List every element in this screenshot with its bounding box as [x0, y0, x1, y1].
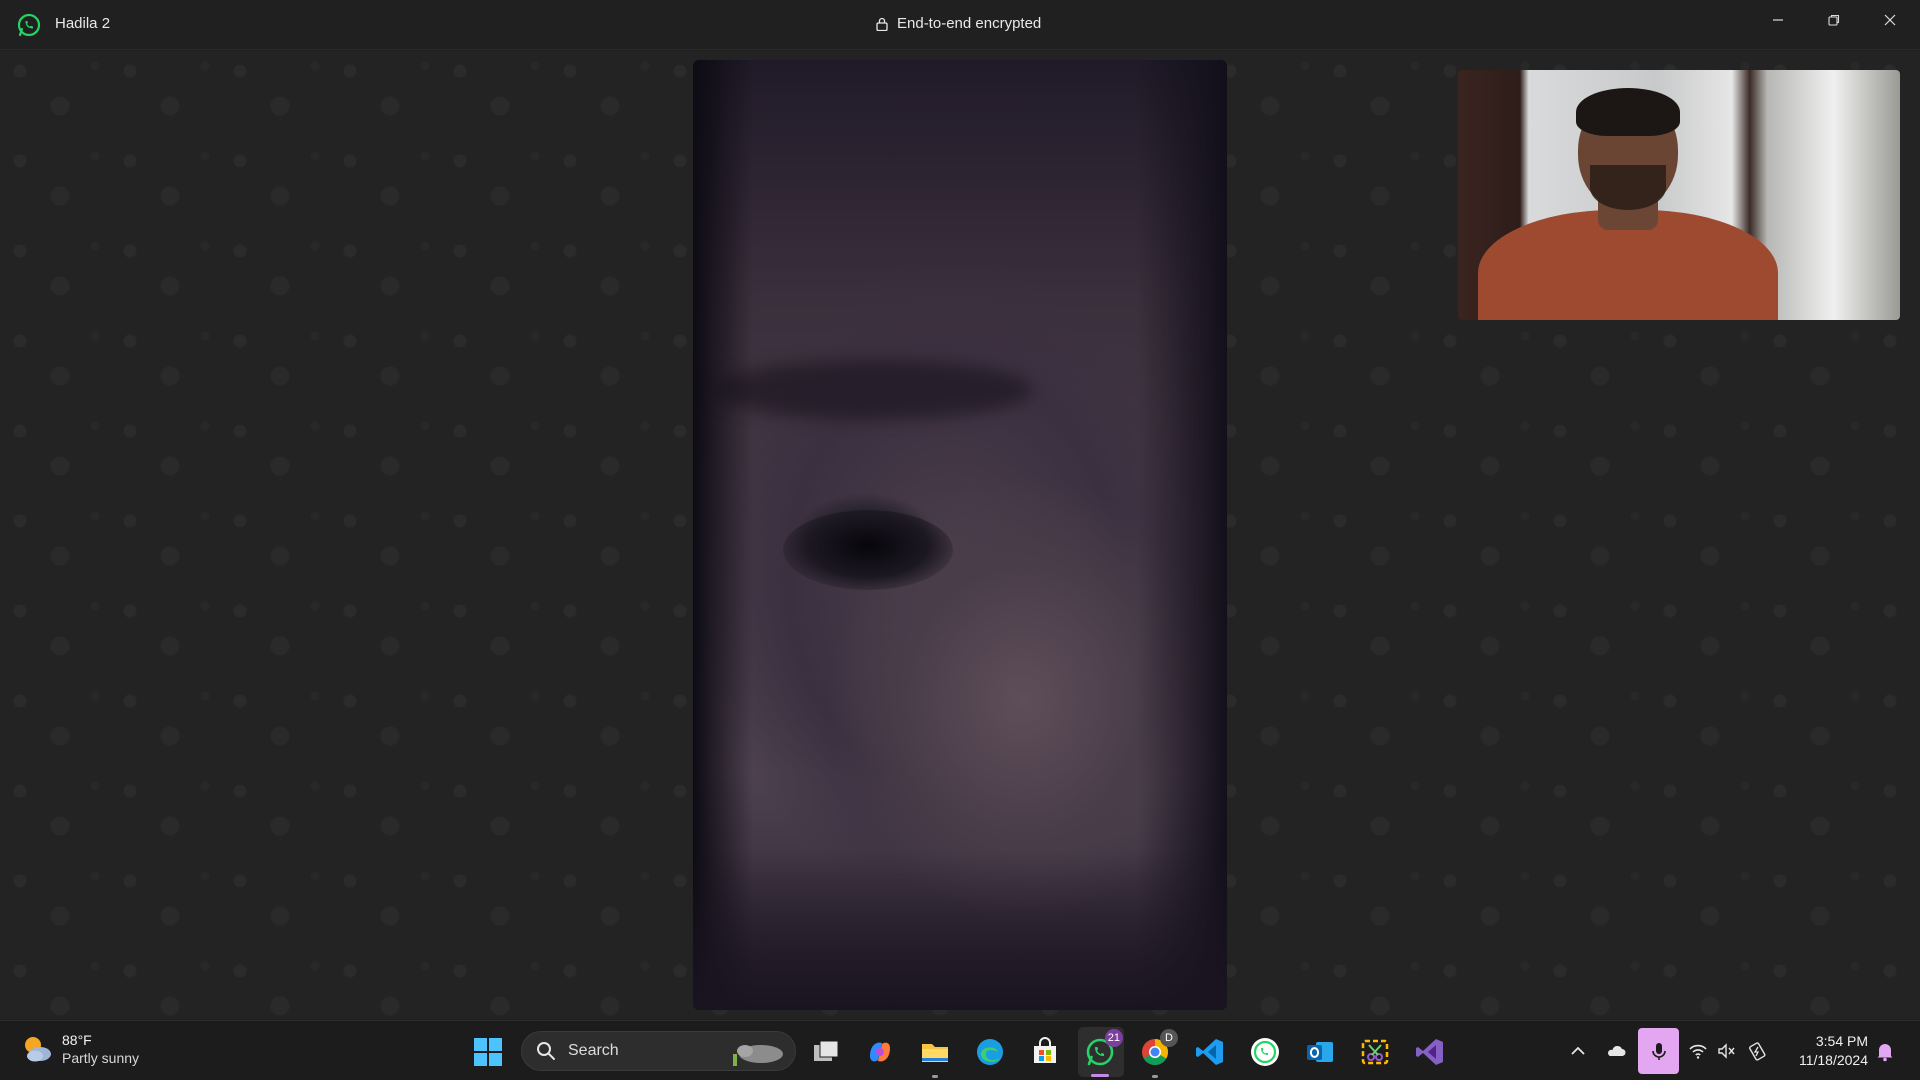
visual-studio-button[interactable]	[1413, 1035, 1447, 1069]
taskbar-search[interactable]: Search	[521, 1031, 796, 1071]
encryption-label: End-to-end encrypted	[897, 15, 1042, 32]
copilot-icon	[870, 1042, 890, 1062]
show-hidden-icons-button[interactable]	[1566, 1039, 1590, 1063]
whatsapp-logo-icon	[17, 13, 41, 37]
battery-button[interactable]	[1745, 1039, 1769, 1063]
windows-start-icon[interactable]	[473, 1037, 503, 1067]
visual-studio-icon	[1416, 1039, 1443, 1065]
clock-time: 3:54 PM	[1815, 1033, 1868, 1049]
whatsapp-alt-icon	[1251, 1038, 1279, 1066]
title-bar: Hadila 2 End-to-end encrypted	[0, 0, 1920, 50]
search-icon	[537, 1042, 555, 1060]
taskbar: 88°F Partly sunny Search 21 D 3:54 PM 11…	[0, 1020, 1920, 1080]
snipping-tool-icon	[1361, 1039, 1389, 1065]
encryption-status: End-to-end encrypted	[876, 15, 1041, 32]
onedrive-icon	[1608, 1045, 1626, 1056]
minimize-button[interactable]	[1750, 0, 1806, 40]
whatsapp-taskbar-button[interactable]: 21	[1083, 1029, 1123, 1069]
onedrive-button[interactable]	[1604, 1039, 1628, 1063]
whatsapp-badge: 21	[1104, 1029, 1123, 1047]
clock-date: 11/18/2024	[1798, 1052, 1868, 1068]
minimize-icon	[1773, 19, 1783, 21]
microsoft-store-button[interactable]	[1028, 1035, 1062, 1069]
battery-charging-icon	[1749, 1042, 1766, 1061]
vscode-icon	[1196, 1039, 1223, 1065]
partly-sunny-icon	[25, 1037, 51, 1062]
chevron-up-icon	[1571, 1046, 1585, 1055]
search-label: Search	[568, 1042, 619, 1059]
edge-icon	[977, 1039, 1003, 1065]
snipping-tool-button[interactable]	[1358, 1035, 1392, 1069]
network-button[interactable]	[1686, 1039, 1710, 1063]
close-icon	[1884, 14, 1896, 26]
weather-widget[interactable]: 88°F Partly sunny	[20, 1031, 139, 1067]
notification-bell-icon[interactable]	[1874, 1040, 1896, 1062]
copilot-button[interactable]	[863, 1035, 897, 1069]
chrome-button[interactable]: D	[1138, 1029, 1178, 1069]
wifi-icon	[1689, 1044, 1707, 1059]
remote-video[interactable]	[693, 60, 1227, 1010]
outlook-button[interactable]	[1303, 1035, 1337, 1069]
whatsapp-alt-button[interactable]	[1248, 1035, 1282, 1069]
close-button[interactable]	[1862, 0, 1918, 40]
edge-button[interactable]	[973, 1035, 1007, 1069]
restore-button[interactable]	[1806, 0, 1862, 40]
self-view-video[interactable]	[1458, 70, 1900, 320]
microsoft-store-icon	[1034, 1037, 1056, 1063]
file-explorer-button[interactable]	[918, 1035, 952, 1069]
weather-condition: Partly sunny	[62, 1050, 140, 1066]
volume-button[interactable]	[1715, 1039, 1739, 1063]
taskbar-clock[interactable]: 3:54 PM 11/18/2024	[1784, 1032, 1868, 1070]
chrome-profile-badge: D	[1160, 1029, 1178, 1047]
microphone-icon	[1651, 1043, 1666, 1060]
outlook-icon	[1307, 1042, 1333, 1062]
restore-icon	[1828, 14, 1840, 26]
task-view-button[interactable]	[809, 1035, 843, 1069]
task-view-icon	[814, 1040, 839, 1061]
vscode-button[interactable]	[1193, 1035, 1227, 1069]
speaker-muted-icon	[1718, 1043, 1735, 1059]
microphone-in-use-button[interactable]	[1638, 1028, 1679, 1074]
lock-icon	[876, 17, 888, 31]
weather-temperature: 88°F	[62, 1032, 92, 1048]
contact-name: Hadila 2	[55, 15, 111, 32]
call-area	[0, 51, 1920, 1019]
file-explorer-icon	[922, 1044, 948, 1062]
search-highlight-icon	[733, 1045, 783, 1066]
